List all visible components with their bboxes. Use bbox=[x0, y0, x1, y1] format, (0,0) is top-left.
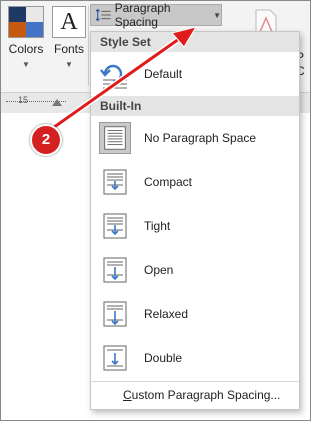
menu-item-no-paragraph-space[interactable]: No Paragraph Space bbox=[91, 116, 299, 160]
menu-item-default[interactable]: Default bbox=[91, 52, 299, 96]
builtin-header: Built-In bbox=[91, 96, 299, 116]
step-number-badge: 2 bbox=[30, 124, 62, 156]
default-spacing-icon bbox=[100, 64, 127, 89]
chevron-down-icon: ▼ bbox=[22, 60, 30, 69]
fonts-label: Fonts bbox=[53, 42, 84, 56]
chevron-down-icon: ▼ bbox=[213, 10, 221, 20]
relaxed-spacing-icon bbox=[103, 301, 127, 327]
tight-spacing-icon bbox=[103, 213, 127, 239]
open-spacing-icon bbox=[103, 257, 127, 283]
menu-item-label: Open bbox=[144, 263, 174, 277]
menu-item-label: Double bbox=[144, 351, 183, 365]
menu-item-label: Tight bbox=[144, 219, 171, 233]
default-label: Default bbox=[144, 67, 183, 81]
colors-button[interactable]: Colors ▼ bbox=[8, 6, 44, 69]
style-set-header: Style Set bbox=[91, 32, 299, 52]
compact-spacing-icon bbox=[103, 169, 127, 195]
paragraph-spacing-menu: Style Set Default Built-In No Paragraph … bbox=[90, 31, 300, 410]
menu-item-tight[interactable]: Tight bbox=[91, 204, 299, 248]
menu-item-open[interactable]: Open bbox=[91, 248, 299, 292]
menu-item-label: Relaxed bbox=[144, 307, 189, 321]
chevron-down-icon: ▼ bbox=[65, 60, 73, 69]
menu-item-double[interactable]: Double bbox=[91, 336, 299, 380]
ruler-number: 15 bbox=[18, 95, 29, 105]
double-spacing-icon bbox=[103, 345, 127, 371]
paragraph-spacing-icon bbox=[95, 8, 111, 22]
menu-item-label: No Paragraph Space bbox=[144, 131, 257, 145]
indent-marker[interactable] bbox=[52, 99, 62, 106]
custom-paragraph-spacing-item[interactable]: Custom Paragraph Spacing... bbox=[91, 381, 299, 409]
colors-label: Colors bbox=[8, 42, 44, 56]
paragraph-spacing-button[interactable]: Paragraph Spacing ▼ bbox=[90, 1, 222, 29]
paragraph-spacing-label: Paragraph Spacing bbox=[114, 1, 171, 29]
fonts-icon: A bbox=[52, 6, 86, 38]
footer-label: ustom Paragraph Spacing... bbox=[131, 388, 281, 402]
no-paragraph-space-icon bbox=[99, 122, 131, 154]
menu-item-compact[interactable]: Compact bbox=[91, 160, 299, 204]
footer-mnemonic: C bbox=[123, 388, 132, 402]
menu-item-label: Compact bbox=[144, 175, 193, 189]
menu-item-relaxed[interactable]: Relaxed bbox=[91, 292, 299, 336]
fonts-button[interactable]: A Fonts ▼ bbox=[52, 6, 86, 69]
ribbon-divider bbox=[88, 6, 89, 86]
colors-icon bbox=[8, 6, 44, 38]
